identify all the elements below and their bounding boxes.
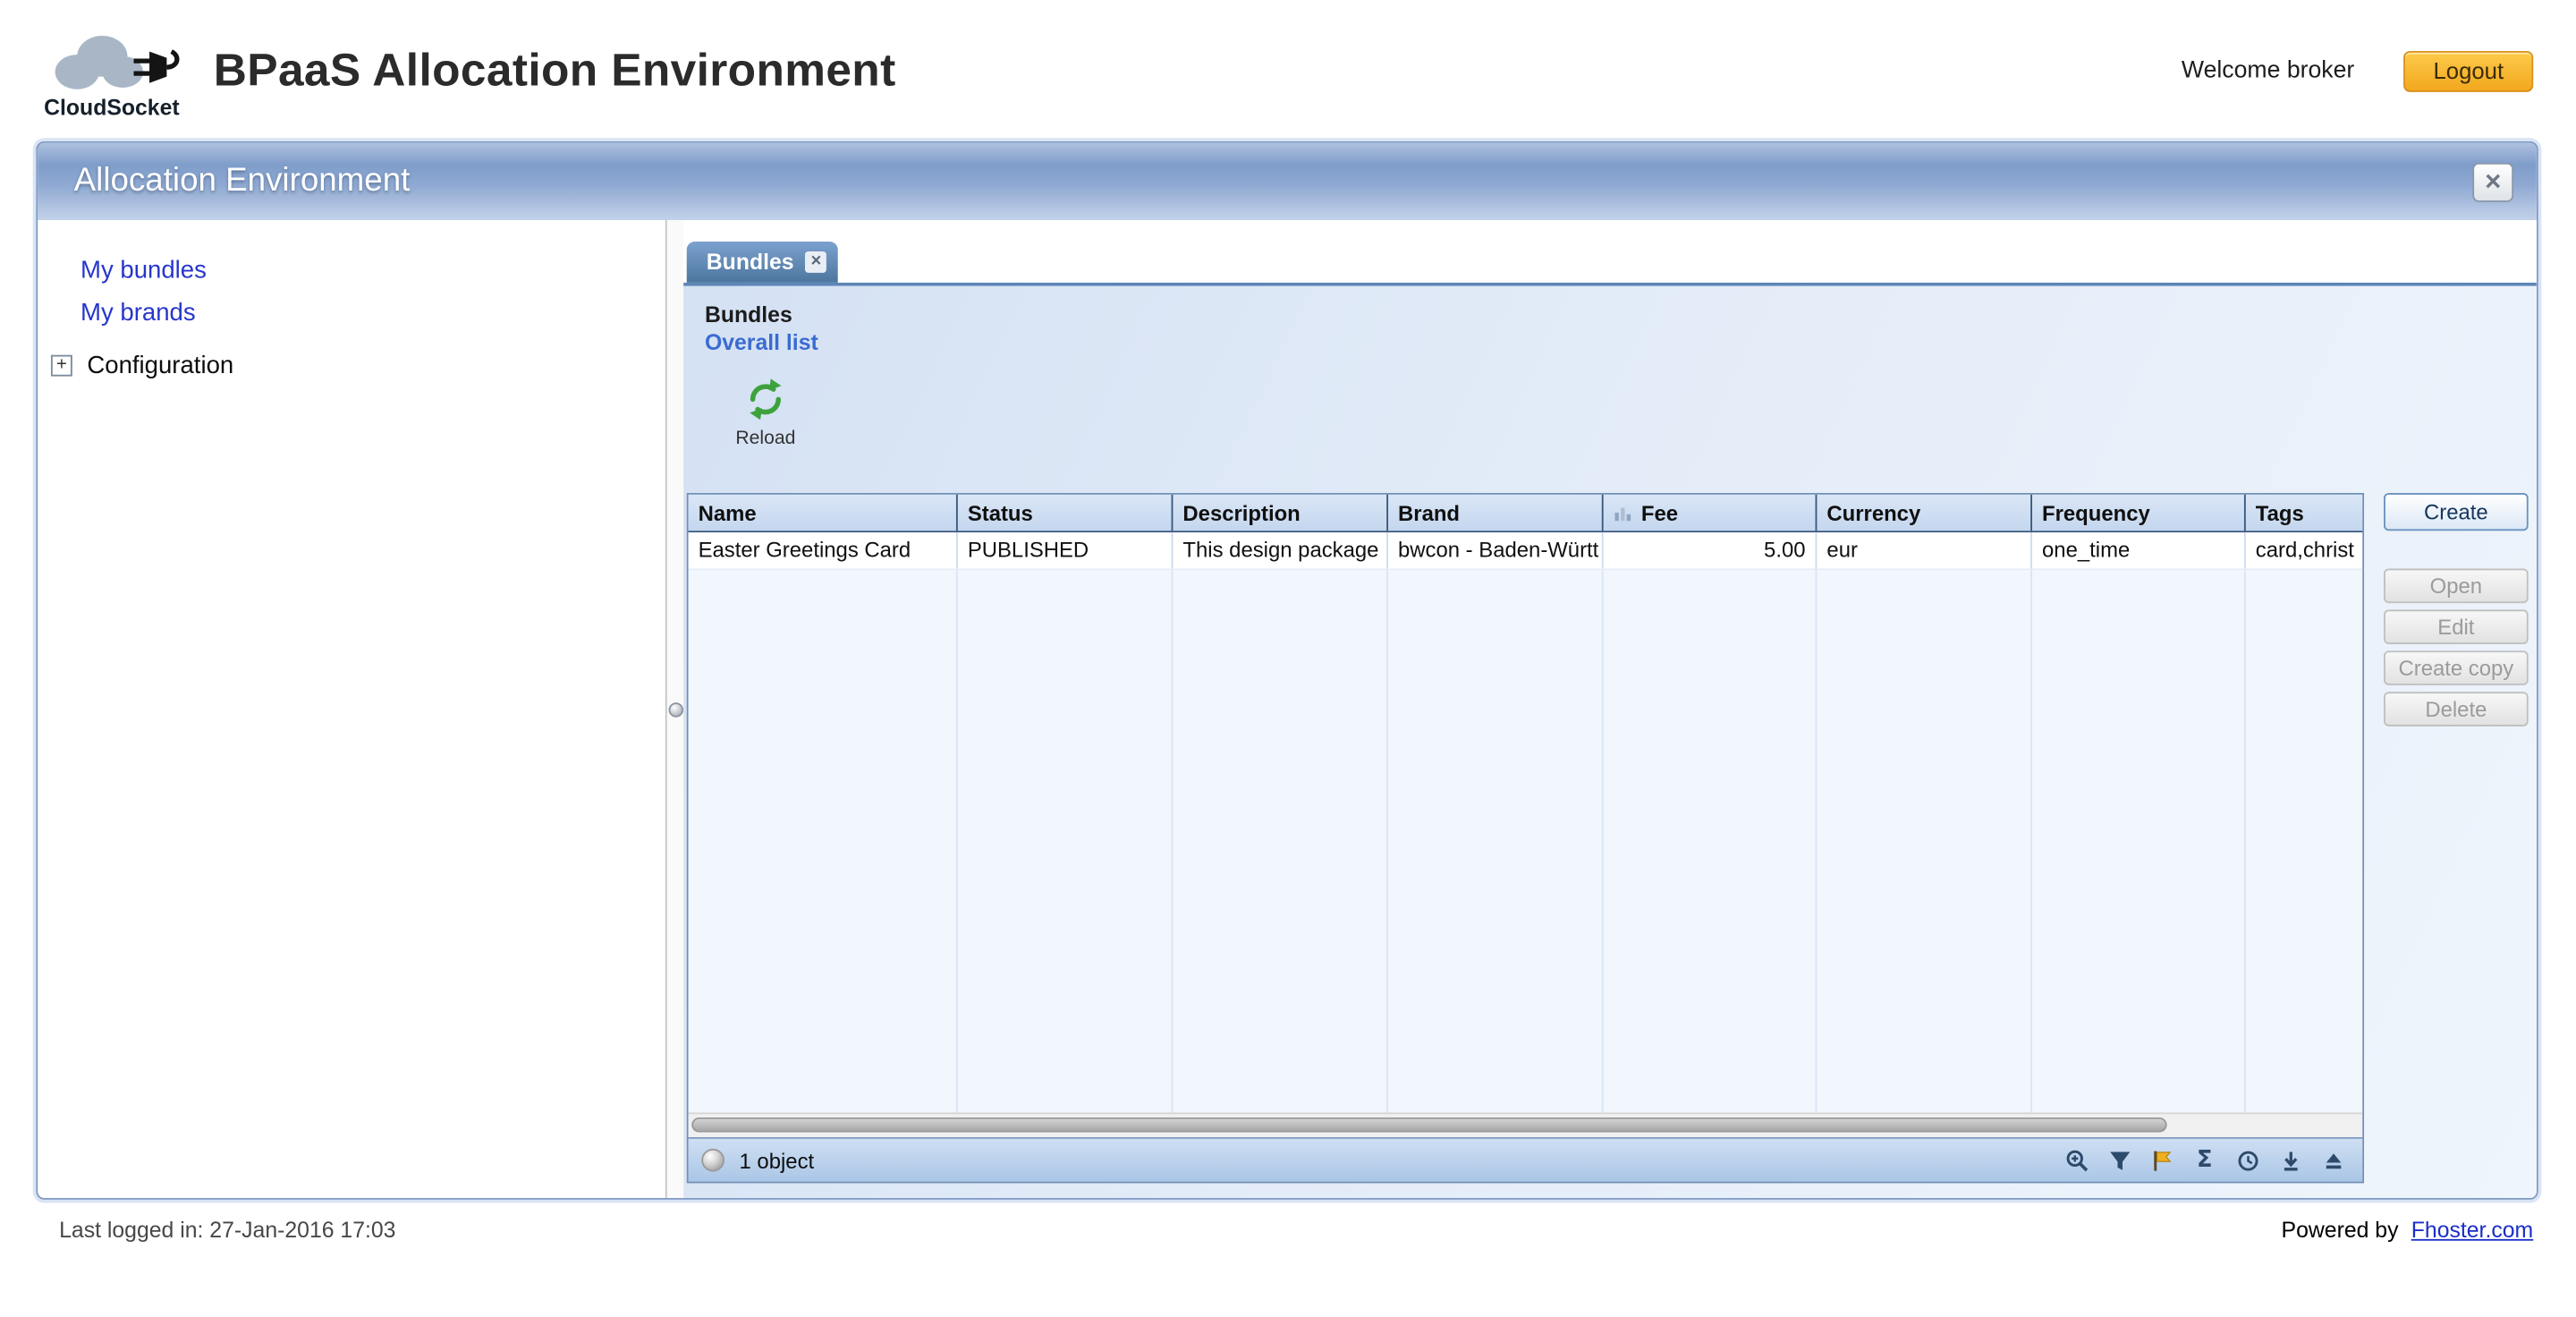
filler-column <box>1604 570 1818 1112</box>
tab-bundles[interactable]: Bundles × <box>687 242 838 283</box>
cell-currency: eur <box>1817 532 2032 568</box>
app-footer: Last logged in: 27-Jan-2016 17:03 Powere… <box>0 1200 2576 1243</box>
table-empty-area <box>689 570 2363 1112</box>
history-icon[interactable] <box>2234 1147 2260 1173</box>
filler-column <box>2246 570 2362 1112</box>
cell-tags: card,christ <box>2246 532 2362 568</box>
logout-button[interactable]: Logout <box>2403 50 2533 91</box>
sidebar: My bundles My brands + Configuration <box>38 220 665 1198</box>
cloud-plug-icon <box>36 28 187 100</box>
section-title: Bundles <box>705 302 2537 327</box>
sidebar-item-configuration: + Configuration <box>51 352 665 379</box>
action-buttons: Create Open Edit Create copy Delete <box>2384 493 2529 1198</box>
sidebar-item-my-brands[interactable]: My brands <box>80 299 196 327</box>
open-button[interactable]: Open <box>2384 568 2529 603</box>
section-subtitle[interactable]: Overall list <box>705 330 818 355</box>
edit-button[interactable]: Edit <box>2384 609 2529 644</box>
sum-icon[interactable]: Σ <box>2191 1147 2217 1173</box>
reload-button[interactable]: Reload <box>728 378 803 448</box>
toolbar-area: Bundles Overall list Reload <box>683 286 2537 493</box>
window-body: My bundles My brands + Configuration Bun… <box>38 220 2537 1198</box>
download-icon[interactable] <box>2277 1147 2303 1173</box>
last-login-text: Last logged in: 27-Jan-2016 17:03 <box>59 1218 395 1243</box>
create-button[interactable]: Create <box>2384 493 2529 531</box>
reload-icon <box>744 378 787 421</box>
filter-icon[interactable] <box>2106 1147 2132 1173</box>
button-gap <box>2384 531 2529 568</box>
table-status-bar: 1 object <box>689 1137 2363 1182</box>
splitter[interactable] <box>665 220 683 1198</box>
tab-close-icon[interactable]: × <box>805 251 826 273</box>
expand-icon[interactable]: + <box>51 355 72 377</box>
app-title: BPaaS Allocation Environment <box>214 45 896 98</box>
object-count: 1 object <box>740 1148 815 1173</box>
status-toolbar: Σ <box>2063 1147 2346 1173</box>
cell-status: PUBLISHED <box>958 532 1174 568</box>
delete-button[interactable]: Delete <box>2384 692 2529 726</box>
powered-by-text: Powered by <box>2282 1218 2399 1243</box>
reload-label: Reload <box>728 429 803 448</box>
horizontal-scrollbar[interactable] <box>689 1112 2363 1137</box>
content-pane: Bundles × Bundles Overall list <box>683 220 2537 1198</box>
configuration-label[interactable]: Configuration <box>87 352 233 379</box>
window-close-button[interactable]: × <box>2472 162 2513 201</box>
column-header-brand[interactable]: Brand <box>1388 495 1604 531</box>
allocation-environment-window: Allocation Environment × My bundles My b… <box>36 141 2538 1200</box>
filler-column <box>1173 570 1388 1112</box>
logo-text: CloudSocket <box>44 96 180 121</box>
tabstrip: Bundles × <box>683 220 2537 285</box>
column-header-currency[interactable]: Currency <box>1817 495 2032 531</box>
tab-label: Bundles <box>707 250 794 275</box>
filler-column <box>958 570 1174 1112</box>
app-header: CloudSocket BPaaS Allocation Environment… <box>0 0 2576 141</box>
filler-column <box>689 570 958 1112</box>
create-copy-button[interactable]: Create copy <box>2384 650 2529 685</box>
cell-fee: 5.00 <box>1604 532 1818 568</box>
sidebar-item-my-bundles[interactable]: My bundles <box>80 257 207 285</box>
eject-icon[interactable] <box>2319 1147 2345 1173</box>
status-sphere-icon <box>701 1149 724 1172</box>
cell-brand: bwcon - Baden-Württ <box>1388 532 1604 568</box>
main-row: Name Status Description Brand Fee <box>683 493 2537 1198</box>
column-header-description[interactable]: Description <box>1173 495 1388 531</box>
table-header-row: Name Status Description Brand Fee <box>689 495 2363 532</box>
cell-frequency: one_time <box>2032 532 2246 568</box>
flag-icon[interactable] <box>2148 1147 2174 1173</box>
welcome-text: Welcome broker <box>2182 57 2354 83</box>
column-header-status[interactable]: Status <box>958 495 1174 531</box>
fhoster-link[interactable]: Fhoster.com <box>2411 1218 2533 1243</box>
column-header-fee[interactable]: Fee <box>1604 495 1818 531</box>
scrollbar-thumb[interactable] <box>691 1117 2166 1133</box>
cell-description: This design package <box>1173 532 1388 568</box>
cell-name: Easter Greetings Card <box>689 532 958 568</box>
bundles-table: Name Status Description Brand Fee <box>687 493 2364 1183</box>
cloudsocket-logo: CloudSocket <box>33 28 191 120</box>
column-header-tags[interactable]: Tags <box>2246 495 2362 531</box>
numeric-column-icon <box>1614 504 1633 522</box>
zoom-icon[interactable] <box>2063 1147 2089 1173</box>
column-header-name[interactable]: Name <box>689 495 958 531</box>
column-header-frequency[interactable]: Frequency <box>2032 495 2246 531</box>
filler-column <box>1388 570 1604 1112</box>
filler-column <box>1817 570 2032 1112</box>
powered-by: Powered by Fhoster.com <box>2282 1218 2534 1243</box>
window-title: Allocation Environment <box>74 163 2473 200</box>
table-row[interactable]: Easter Greetings Card PUBLISHED This des… <box>689 532 2363 570</box>
window-titlebar: Allocation Environment × <box>38 143 2537 220</box>
splitter-knob-icon[interactable] <box>669 701 684 717</box>
filler-column <box>2032 570 2246 1112</box>
close-icon: × <box>2485 166 2501 197</box>
